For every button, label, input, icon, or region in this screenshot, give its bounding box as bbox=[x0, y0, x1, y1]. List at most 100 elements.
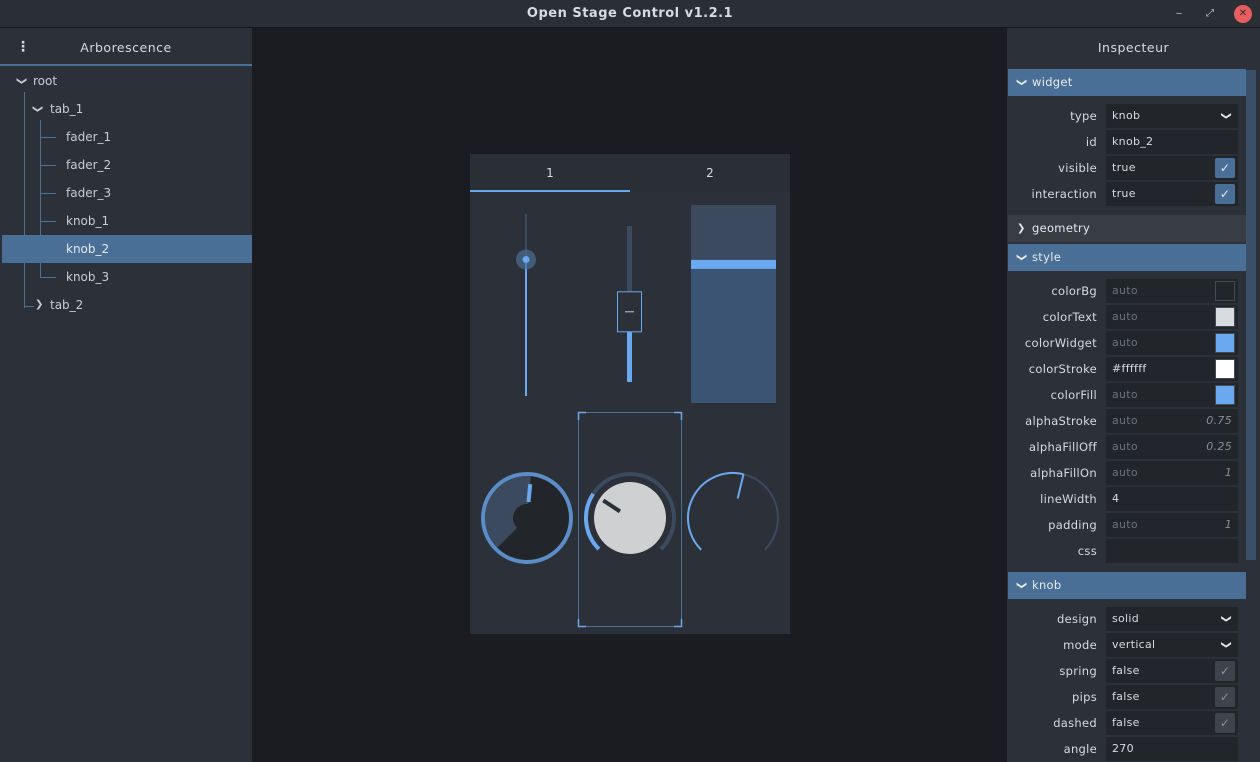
prop-key: angle bbox=[1063, 742, 1097, 756]
color-swatch[interactable] bbox=[1215, 307, 1235, 327]
tree-item-label: knob_2 bbox=[66, 242, 110, 256]
type-select[interactable]: knob ❯ bbox=[1106, 104, 1238, 128]
pips-input[interactable]: false ✓ bbox=[1106, 685, 1238, 709]
default-hint: 0.25 bbox=[1206, 440, 1232, 453]
section-style[interactable]: ❯ style bbox=[1008, 244, 1246, 271]
prop-alphaFillOn: alphaFillOn auto 1 bbox=[1008, 460, 1246, 486]
prop-key: css bbox=[1077, 544, 1097, 558]
fader-1[interactable] bbox=[506, 212, 546, 398]
knob-3[interactable] bbox=[687, 471, 779, 551]
tree-item-knob-1[interactable]: knob_1 bbox=[2, 207, 252, 235]
colorBg-input[interactable]: auto bbox=[1106, 279, 1238, 303]
prop-value: auto bbox=[1112, 466, 1138, 479]
fader-2[interactable] bbox=[610, 222, 650, 388]
prop-value: #ffffff bbox=[1112, 362, 1147, 375]
prop-key: colorStroke bbox=[1028, 362, 1097, 376]
inspector-scrollbar[interactable] bbox=[1246, 70, 1256, 560]
prop-key: interaction bbox=[1031, 187, 1097, 201]
tree-item-label: tab_1 bbox=[50, 102, 84, 116]
prop-key: type bbox=[1070, 109, 1097, 123]
tree-item-label: root bbox=[33, 74, 58, 88]
dashed-checkbox[interactable]: ✓ bbox=[1215, 713, 1235, 733]
minimize-button[interactable]: ‒ bbox=[1170, 5, 1188, 23]
prop-key: padding bbox=[1048, 518, 1097, 532]
chevron-right-icon[interactable]: ❯ bbox=[35, 291, 43, 319]
angle-input[interactable]: 270 bbox=[1106, 737, 1238, 761]
default-hint: 1 bbox=[1224, 466, 1232, 479]
section-label: geometry bbox=[1032, 221, 1091, 235]
prop-alphaStroke: alphaStroke auto 0.75 bbox=[1008, 408, 1246, 434]
colorWidget-input[interactable]: auto bbox=[1106, 331, 1238, 355]
dashed-input[interactable]: false ✓ bbox=[1106, 711, 1238, 735]
color-swatch[interactable] bbox=[1215, 281, 1235, 301]
interaction-checkbox[interactable]: ✓ bbox=[1215, 184, 1235, 204]
color-swatch[interactable] bbox=[1215, 333, 1235, 353]
colorStroke-input[interactable]: #ffffff bbox=[1106, 357, 1238, 381]
close-button[interactable]: ✕ bbox=[1234, 5, 1252, 23]
inspector-panel: Inspecteur ❯ widget type knob ❯ id knob_2… bbox=[1007, 28, 1260, 762]
pips-checkbox[interactable]: ✓ bbox=[1215, 687, 1235, 707]
prop-key: pips bbox=[1072, 690, 1097, 704]
tree-item-fader-2[interactable]: fader_2 bbox=[2, 151, 252, 179]
prop-key: alphaStroke bbox=[1025, 414, 1097, 428]
maximize-button[interactable]: ⤢ bbox=[1201, 5, 1219, 23]
prop-type: type knob ❯ bbox=[1008, 103, 1246, 129]
chevron-down-icon: ❯ bbox=[1015, 253, 1027, 262]
knob-3-pointer bbox=[736, 474, 745, 499]
alphaFillOn-input[interactable]: auto 1 bbox=[1106, 461, 1238, 485]
padding-input[interactable]: auto 1 bbox=[1106, 513, 1238, 537]
section-knob[interactable]: ❯ knob bbox=[1008, 572, 1246, 599]
interaction-input[interactable]: true ✓ bbox=[1106, 182, 1238, 206]
chevron-down-icon[interactable]: ❯ bbox=[7, 77, 35, 85]
design-select[interactable]: solid ❯ bbox=[1106, 607, 1238, 631]
knob-1[interactable] bbox=[481, 472, 573, 564]
tree-item-knob-3[interactable]: knob_3 bbox=[2, 263, 252, 291]
prop-padding: padding auto 1 bbox=[1008, 512, 1246, 538]
lineWidth-input[interactable]: 4 bbox=[1106, 487, 1238, 511]
color-swatch[interactable] bbox=[1215, 359, 1235, 379]
tree-item-knob-2[interactable]: knob_2 bbox=[2, 235, 252, 263]
section-geometry[interactable]: ❯ geometry bbox=[1008, 215, 1246, 242]
prop-key: id bbox=[1085, 135, 1097, 149]
visible-checkbox[interactable]: ✓ bbox=[1215, 158, 1235, 178]
tree-item-root[interactable]: ❯ root bbox=[2, 67, 252, 95]
prop-value: false bbox=[1112, 690, 1140, 703]
tree-item-tab-1[interactable]: ❯ tab_1 bbox=[2, 95, 252, 123]
alphaFillOff-input[interactable]: auto 0.25 bbox=[1106, 435, 1238, 459]
visible-input[interactable]: true ✓ bbox=[1106, 156, 1238, 180]
prop-key: colorText bbox=[1042, 310, 1097, 324]
tree-title: Arborescence bbox=[80, 40, 172, 55]
prop-lineWidth: lineWidth 4 bbox=[1008, 486, 1246, 512]
fader-1-handle[interactable] bbox=[522, 256, 530, 263]
prop-key: colorWidget bbox=[1024, 336, 1097, 350]
chevron-down-icon[interactable]: ❯ bbox=[23, 105, 51, 113]
knob-1-pointer bbox=[526, 483, 533, 503]
section-widget[interactable]: ❯ widget bbox=[1008, 69, 1246, 96]
prop-colorFill: colorFill auto bbox=[1008, 382, 1246, 408]
css-input[interactable] bbox=[1106, 539, 1238, 563]
fader-3[interactable] bbox=[691, 205, 776, 403]
id-input[interactable]: knob_2 bbox=[1106, 130, 1238, 154]
tree-item-fader-1[interactable]: fader_1 bbox=[2, 123, 252, 151]
tree-item-fader-3[interactable]: fader_3 bbox=[2, 179, 252, 207]
spring-checkbox[interactable]: ✓ bbox=[1215, 661, 1235, 681]
prop-key: alphaFillOff bbox=[1029, 440, 1097, 454]
prop-colorBg: colorBg auto bbox=[1008, 278, 1246, 304]
alphaStroke-input[interactable]: auto 0.75 bbox=[1106, 409, 1238, 433]
color-swatch[interactable] bbox=[1215, 385, 1235, 405]
knob-2[interactable] bbox=[584, 471, 676, 554]
tab-2[interactable]: 2 bbox=[630, 154, 790, 192]
colorText-input[interactable]: auto bbox=[1106, 305, 1238, 329]
prop-value: knob bbox=[1112, 109, 1141, 122]
knob-2-body[interactable] bbox=[594, 482, 666, 554]
chevron-down-icon: ❯ bbox=[1220, 640, 1232, 650]
widgets-area bbox=[481, 205, 779, 628]
tab-1[interactable]: 1 bbox=[470, 154, 630, 192]
colorFill-input[interactable]: auto bbox=[1106, 383, 1238, 407]
fader-3-fill bbox=[691, 264, 776, 403]
spring-input[interactable]: false ✓ bbox=[1106, 659, 1238, 683]
tree-item-tab-2[interactable]: ❯ tab_2 bbox=[2, 291, 252, 319]
mode-select[interactable]: vertical ❯ bbox=[1106, 633, 1238, 657]
tree-item-label: fader_2 bbox=[66, 158, 112, 172]
prop-value: false bbox=[1112, 664, 1140, 677]
